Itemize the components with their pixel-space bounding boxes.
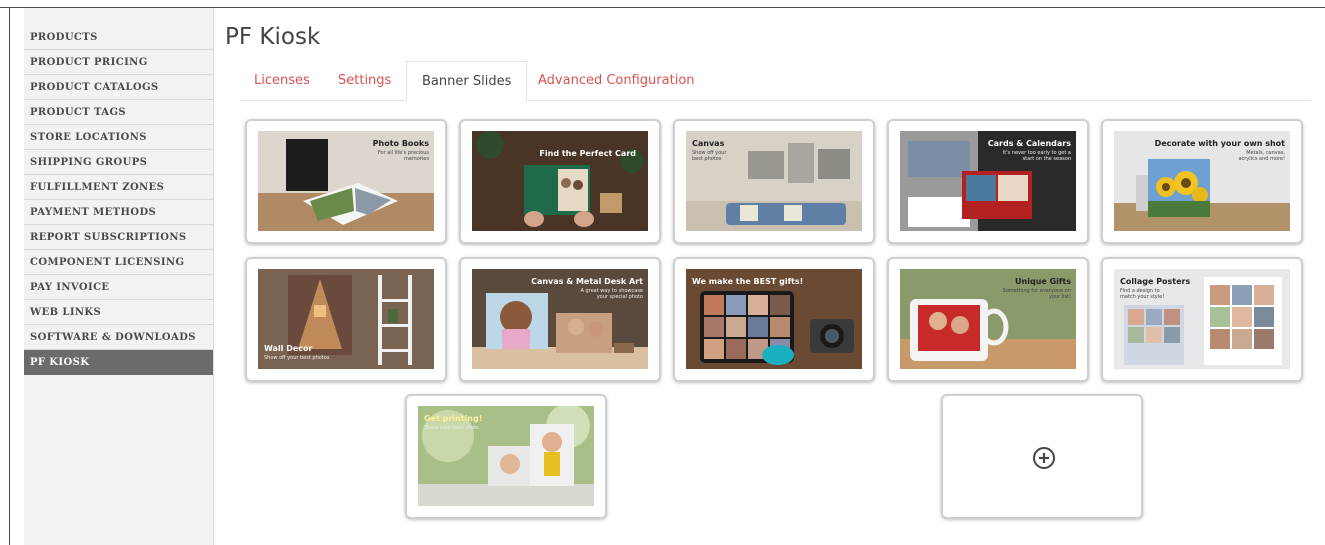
sidebar-item-product-catalogs[interactable]: PRODUCT CATALOGS xyxy=(24,75,213,100)
slide-title: Unique Gifts xyxy=(1015,277,1071,286)
perfect-card-image xyxy=(472,131,648,231)
slide-title: Decorate with your own shot xyxy=(1154,139,1285,148)
slide-thumbnail: Collage Posters Find a design to match y… xyxy=(1114,269,1290,369)
sidebar: PRODUCTS PRODUCT PRICING PRODUCT CATALOG… xyxy=(24,8,214,545)
slide-thumbnail: Find the Perfect Card xyxy=(472,131,648,231)
slide-subtitle: It's never too early to get a start on t… xyxy=(1002,150,1071,162)
slide-subtitle: Find a design to match your style! xyxy=(1120,288,1165,300)
slide-thumbnail: Canvas & Metal Desk Art A great way to s… xyxy=(472,269,648,369)
slide-subtitle: Show off your best photos xyxy=(692,150,727,162)
slide-thumbnail: Get printing! Share your best shots xyxy=(418,406,594,506)
banner-slide-find-the-perfect-card[interactable]: Find the Perfect Card xyxy=(459,119,661,244)
sidebar-item-product-pricing[interactable]: PRODUCT PRICING xyxy=(24,50,213,75)
slide-thumbnail: Decorate with your own shot Metals, canv… xyxy=(1114,131,1290,231)
slide-title: Canvas & Metal Desk Art xyxy=(531,277,643,286)
add-banner-slide-button[interactable] xyxy=(941,394,1143,519)
window-frame-left xyxy=(9,7,10,545)
slide-title: Photo Books xyxy=(372,139,429,148)
sidebar-menu: PRODUCTS PRODUCT PRICING PRODUCT CATALOG… xyxy=(24,8,213,375)
banner-slide-wall-decor[interactable]: Wall Decor Show off your best photos xyxy=(245,257,447,382)
banner-slide-canvas-metal-desk-art[interactable]: Canvas & Metal Desk Art A great way to s… xyxy=(459,257,661,382)
sidebar-item-payment-methods[interactable]: PAYMENT METHODS xyxy=(24,200,213,225)
banner-slide-best-gifts[interactable]: We make the BEST gifts! xyxy=(673,257,875,382)
slide-subtitle: Metals, canvas, acrylics and more! xyxy=(1238,150,1285,162)
slide-subtitle: Show off your best photos xyxy=(264,355,330,361)
slide-thumbnail: Unique Gifts Something for everyone on y… xyxy=(900,269,1076,369)
sidebar-item-fulfillment-zones[interactable]: FULFILLMENT ZONES xyxy=(24,175,213,200)
sidebar-item-software-downloads[interactable]: SOFTWARE & DOWNLOADS xyxy=(24,325,213,350)
slide-title: Collage Posters xyxy=(1120,277,1191,286)
sidebar-item-pf-kiosk[interactable]: PF KIOSK xyxy=(24,350,213,375)
tab-advanced-configuration[interactable]: Advanced Configuration xyxy=(538,61,695,101)
sidebar-item-product-tags[interactable]: PRODUCT TAGS xyxy=(24,100,213,125)
sidebar-item-web-links[interactable]: WEB LINKS xyxy=(24,300,213,325)
banner-slide-cards-calendars[interactable]: Cards & Calendars It's never too early t… xyxy=(887,119,1089,244)
slide-title: Wall Decor xyxy=(264,344,313,353)
slide-thumbnail: Canvas Show off your best photos xyxy=(686,131,862,231)
sidebar-item-pay-invoice[interactable]: PAY INVOICE xyxy=(24,275,213,300)
slide-thumbnail: Cards & Calendars It's never too early t… xyxy=(900,131,1076,231)
slide-title: Get printing! xyxy=(424,414,483,423)
page-title: PF Kiosk xyxy=(225,24,321,50)
tab-banner-slides[interactable]: Banner Slides xyxy=(406,61,528,101)
slide-title: We make the BEST gifts! xyxy=(692,277,804,286)
sidebar-item-report-subscriptions[interactable]: REPORT SUBSCRIPTIONS xyxy=(24,225,213,250)
slide-subtitle: Something for everyone on your list! xyxy=(1002,288,1071,300)
slide-thumbnail: We make the BEST gifts! xyxy=(686,269,862,369)
sidebar-item-products[interactable]: PRODUCTS xyxy=(24,25,213,50)
banner-slide-canvas[interactable]: Canvas Show off your best photos xyxy=(673,119,875,244)
sidebar-item-component-licensing[interactable]: COMPONENT LICENSING xyxy=(24,250,213,275)
banner-slide-collage-posters[interactable]: Collage Posters Find a design to match y… xyxy=(1101,257,1303,382)
sidebar-item-store-locations[interactable]: STORE LOCATIONS xyxy=(24,125,213,150)
slide-title: Find the Perfect Card xyxy=(539,149,636,158)
banner-slide-get-printing[interactable]: Get printing! Share your best shots xyxy=(405,394,607,519)
tab-licenses[interactable]: Licenses xyxy=(254,61,310,101)
slide-subtitle: A great way to showcase your special pho… xyxy=(580,288,643,300)
wall-decor-image xyxy=(258,269,434,369)
slide-subtitle: For all life's precious memories xyxy=(377,150,429,162)
sidebar-item-shipping-groups[interactable]: SHIPPING GROUPS xyxy=(24,150,213,175)
slide-title: Canvas xyxy=(692,139,725,148)
banner-slide-decorate[interactable]: Decorate with your own shot Metals, canv… xyxy=(1101,119,1303,244)
banner-slide-unique-gifts[interactable]: Unique Gifts Something for everyone on y… xyxy=(887,257,1089,382)
tab-settings[interactable]: Settings xyxy=(338,61,391,101)
slide-thumbnail: Wall Decor Show off your best photos xyxy=(258,269,434,369)
slide-subtitle: Share your best shots xyxy=(424,425,479,431)
slide-thumbnail: Photo Books For all life's precious memo… xyxy=(258,131,434,231)
banner-slide-photo-books[interactable]: Photo Books For all life's precious memo… xyxy=(245,119,447,244)
tab-bar: Licenses Settings Banner Slides Advanced… xyxy=(240,61,1311,101)
slide-title: Cards & Calendars xyxy=(987,139,1071,148)
plus-circle-icon xyxy=(1033,447,1055,469)
